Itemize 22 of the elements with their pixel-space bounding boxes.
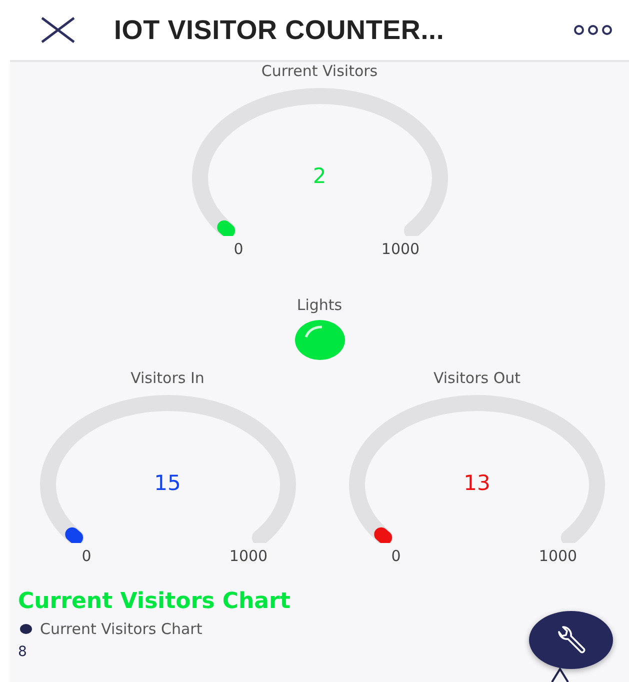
legend-label: Current Visitors Chart bbox=[40, 620, 202, 638]
gauge-max: 1000 bbox=[380, 240, 421, 258]
gauge-min: 0 bbox=[80, 547, 92, 565]
gauge-label: Visitors In bbox=[130, 369, 204, 387]
more-options-icon[interactable] bbox=[573, 24, 613, 36]
legend-dot bbox=[20, 624, 32, 634]
chart-title: Current Visitors Chart bbox=[18, 589, 292, 614]
gauge-label: Current Visitors bbox=[261, 62, 378, 80]
gauge-min: 0 bbox=[232, 240, 244, 258]
gauge-label: Visitors Out bbox=[433, 369, 521, 387]
gauge-max: 1000 bbox=[228, 547, 269, 565]
gauge-value: 2 bbox=[312, 164, 328, 188]
gauge-max: 1000 bbox=[538, 547, 578, 565]
settings-button[interactable] bbox=[529, 611, 613, 669]
gauge-value: 13 bbox=[462, 471, 492, 495]
gauge-min: 0 bbox=[390, 547, 402, 565]
chart-line bbox=[550, 668, 570, 682]
close-icon[interactable] bbox=[40, 16, 76, 44]
app-title: IOT VISITOR COUNTER... bbox=[114, 14, 446, 46]
gauge-value: 15 bbox=[153, 471, 182, 495]
axis-label: 8 bbox=[18, 644, 28, 660]
lights-label: Lights bbox=[296, 296, 342, 314]
